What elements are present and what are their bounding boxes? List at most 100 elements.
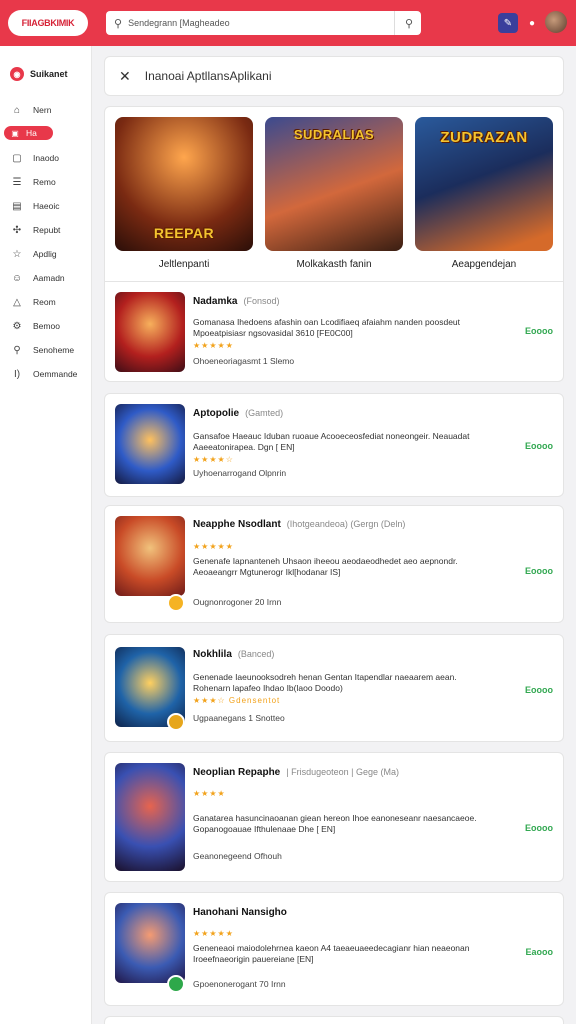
install-button[interactable]: Eoooo [525,566,553,576]
sidebar-item-label: Reom [33,297,56,307]
install-button[interactable]: Eoooo [525,326,553,336]
page-title-bar: ✕ Inanoai AptllansAplikani [104,56,564,96]
featured-card-0[interactable]: REEPAR Jeltlenpanti [115,117,253,271]
app-meta: Gpoenonerogant 70 Irnn [193,979,286,989]
list-item[interactable]: Nokhlila (Banced) Genenade Iaeunooksodreh… [104,634,564,742]
featured-card-2[interactable]: ZUDRAZAN Aeapgendejan [415,117,553,271]
list-item-partial[interactable] [104,1016,564,1024]
app-thumbnail[interactable] [115,763,185,871]
featured-art[interactable]: REEPAR [115,117,253,251]
featured-caption[interactable]: Molkakasth fanin [265,259,403,270]
install-button[interactable]: Eoooo [525,441,553,451]
list-item[interactable]: Neapphe Nsodlant (Ihotgeandeoa) (Gergn (D… [104,505,564,623]
sidebar-item-label: Inaodo [33,153,59,163]
sidebar-item-0[interactable]: ⌂ Nern [0,98,91,122]
sidebar-item-label: Aamadn [33,273,65,283]
brand-icon: ◉ [10,67,24,81]
featured-art[interactable]: SUDRALIAS [265,117,403,251]
main-content: ✕ Inanoai AptllansAplikani REEPAR Jeltle… [104,56,564,1024]
rating-stars: ★★★★★ [193,929,234,938]
sidebar-item-label: Remo [33,177,56,187]
sidebar-item-8[interactable]: △ Reom [0,290,91,314]
sidebar-item-2[interactable]: ▢ Inaodo [0,146,91,170]
edit-icon[interactable]: ✎ [498,13,518,33]
featured-art-text: REEPAR [153,225,215,241]
triangle-icon: △ [13,296,21,308]
notification-icon[interactable]: ● [522,13,542,33]
sidebar-brand-label: Suikanet [30,69,68,79]
rating-stars: ★★★☆ Gdensentot [193,696,281,705]
install-button[interactable]: Eoooo [525,685,553,695]
featured-art-text: SUDRALIAS [293,127,375,142]
grid-icon: ▣ [11,128,19,138]
sidebar-brand[interactable]: ◉ Suikanet [0,64,91,84]
app-logo[interactable]: FIIAGBKIMIK [8,10,88,36]
app-name[interactable]: Hanohani Nansigho [193,907,293,918]
search-divider [393,11,395,35]
app-meta: Ohoeneoriagasmt 1 Slemo [193,356,295,366]
sidebar-item-1[interactable]: ▣ Ha [4,126,53,140]
app-meta: Ugpaanegans 1 Snotteo [193,713,285,723]
app-description: Genenade Iaeunooksodreh henan Gentan Ita… [193,672,457,693]
sidebar-item-10[interactable]: ⚲ Senoheme [0,338,91,362]
list-item[interactable]: Nadamka (Fonsod) Gomanasa Ihedoens afashi… [104,282,564,382]
sidebar-item-label: Senoheme [33,345,75,355]
search-input[interactable]: Sendegrann [Magheadeo [128,18,394,28]
sidebar-item-9[interactable]: ⚙ Bemoo [0,314,91,338]
sidebar-item-label: Apdlig [33,249,57,259]
sidebar-item-11[interactable]: I) Oemmande [0,362,91,386]
star-icon: ☆ [12,248,22,260]
verified-badge-icon [167,594,185,612]
puzzle-icon: ✣ [12,224,22,236]
install-button[interactable]: Eoooo [525,823,553,833]
app-description: Gomanasa Ihedoens afashin oan Lcodifiaeq… [193,317,461,338]
app-name[interactable]: Neoplian Repaphe | Frisdugeoteon | Gege (… [193,767,399,778]
sidebar: ◉ Suikanet ⌂ Nern ▣ Ha ▢ Inaodo ☰ Remo ▤ Haeo… [0,46,92,1024]
gear-icon: ⚙ [12,320,22,332]
sidebar-item-7[interactable]: ☺ Aamadn [0,266,91,290]
sidebar-item-4[interactable]: ▤ Haeoic [0,194,91,218]
link-icon: ⚲ [13,344,21,356]
featured-row: REEPAR Jeltlenpanti SUDRALIAS Molkakasth… [104,106,564,282]
list-item[interactable]: Neoplian Repaphe | Frisdugeoteon | Gege (… [104,752,564,882]
sidebar-item-label: Ha [26,128,37,138]
app-description: Gansafoe Haeauc Iduban ruoaue Acooeceosf… [193,431,470,452]
search-button-icon[interactable]: ⚲ [405,17,413,30]
verified-badge-icon [167,713,185,731]
page-title: Inanoai AptllansAplikani [144,69,272,83]
app-thumbnail[interactable] [115,903,185,983]
list-icon: ☰ [12,176,22,188]
app-name[interactable]: Nokhlila (Banced) [193,649,274,660]
featured-card-1[interactable]: SUDRALIAS Molkakasth fanin [265,117,403,271]
app-thumbnail[interactable] [115,404,185,484]
app-name[interactable]: Aptopolie (Gamted) [193,408,283,419]
note-icon: ▤ [12,200,22,212]
list-item[interactable]: Hanohani Nansigho ★★★★★ Geneneaoi maiodo… [104,892,564,1006]
featured-caption[interactable]: Jeltlenpanti [115,259,253,270]
close-icon[interactable]: ✕ [119,68,131,85]
sidebar-item-label: Repubt [33,225,61,235]
app-meta: Uyhoenarrogand Olpnrin [193,468,287,478]
sidebar-item-5[interactable]: ✣ Repubt [0,218,91,242]
featured-art-text: ZUDRAZAN [440,129,528,146]
sidebar-item-3[interactable]: ☰ Remo [0,170,91,194]
app-thumbnail[interactable] [115,516,185,596]
doc-icon: ▢ [12,152,22,164]
sidebar-item-6[interactable]: ☆ Apdlig [0,242,91,266]
search-bar[interactable]: ⚲ Sendegrann [Magheadeo ⚲ [106,11,421,35]
app-thumbnail[interactable] [115,292,185,372]
top-bar: FIIAGBKIMIK ⚲ Sendegrann [Magheadeo ⚲ ✎ … [0,0,576,46]
list-item[interactable]: Aptopolie (Gamted) Gansafoe Haeauc Iduban… [104,393,564,497]
install-button[interactable]: Eaooo [525,947,553,957]
search-icon: ⚲ [114,17,123,30]
app-name[interactable]: Neapphe Nsodlant (Ihotgeandeoa) (Gergn (D… [193,519,405,530]
app-description: Genenafe Iapnanteneh Uhsaon iheeou aeoda… [193,556,458,577]
featured-art[interactable]: ZUDRAZAN [415,117,553,251]
rating-stars: ★★★★★ [193,341,234,350]
sidebar-item-label: Bemoo [33,321,60,331]
avatar[interactable] [545,11,567,33]
app-name[interactable]: Nadamka (Fonsod) [193,296,279,307]
sidebar-item-label: Haeoic [33,201,60,211]
app-meta: Geanonegeend Ofhouh [193,851,282,861]
featured-caption[interactable]: Aeapgendejan [415,259,553,270]
